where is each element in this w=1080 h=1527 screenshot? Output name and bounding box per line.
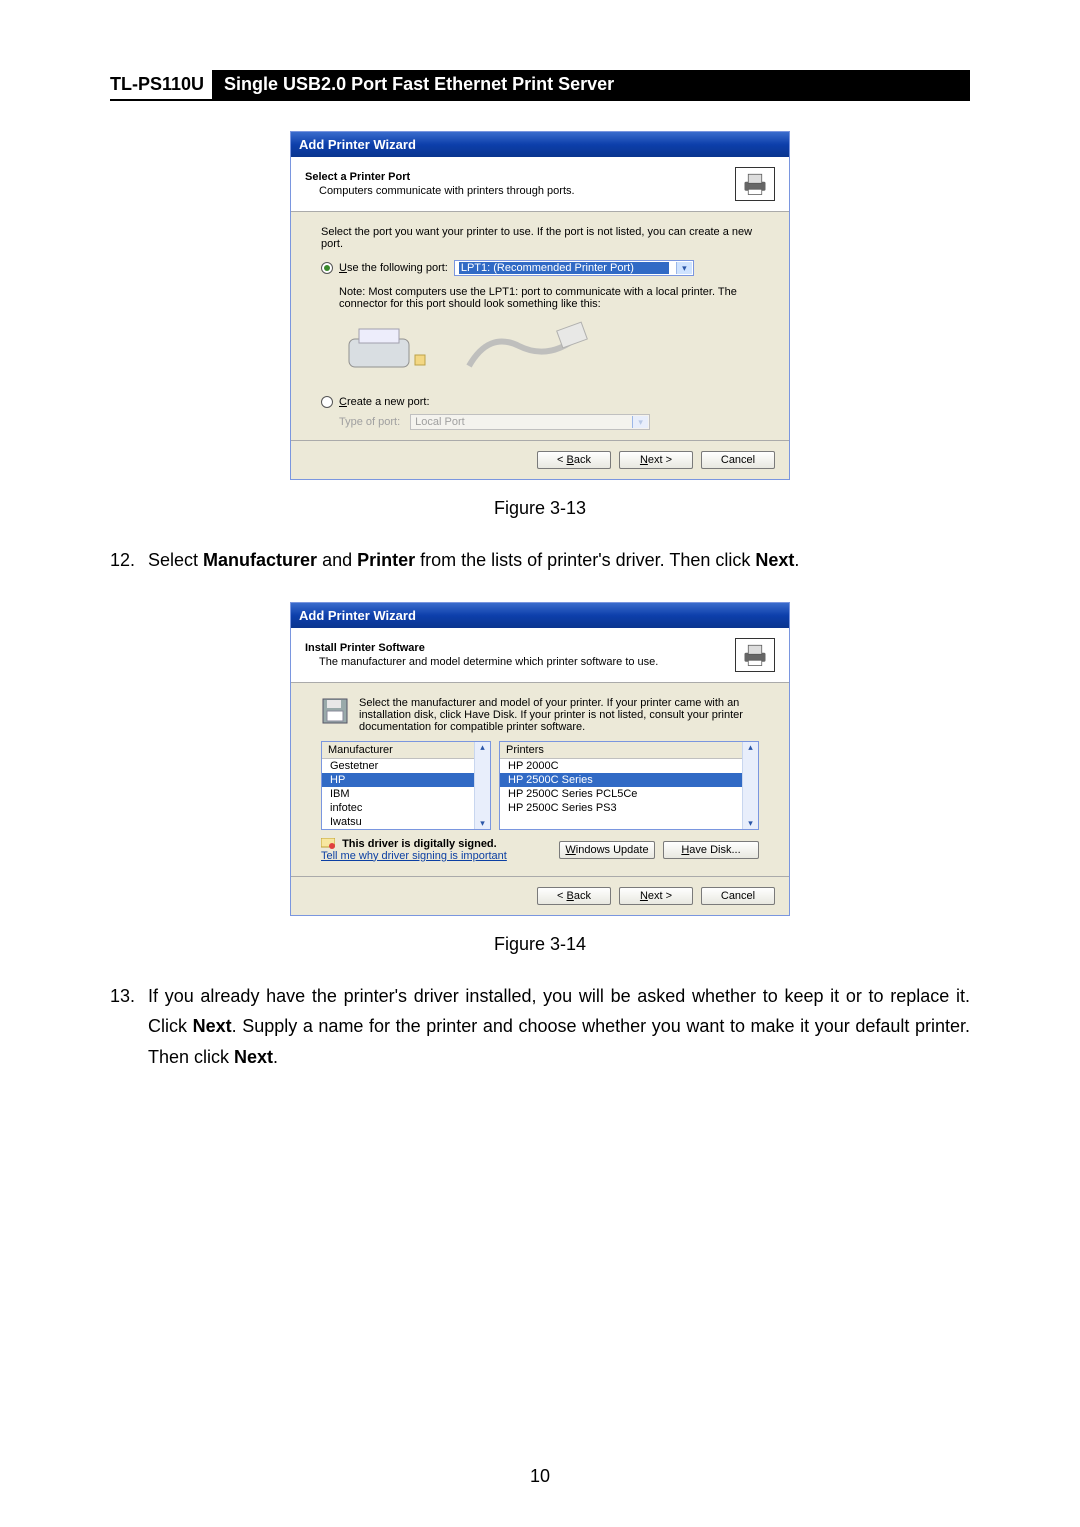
add-printer-wizard-port-dialog: Add Printer Wizard Select a Printer Port…: [290, 131, 790, 480]
list-item[interactable]: infotec: [322, 801, 490, 815]
step-13: 13. If you already have the printer's dr…: [110, 981, 970, 1073]
page-number: 10: [0, 1466, 1080, 1487]
create-port-label: Create a new port:: [339, 396, 430, 408]
manufacturer-listbox[interactable]: Manufacturer GestetnerHPIBMinfotecIwatsu…: [321, 741, 491, 830]
port-selected-value: LPT1: (Recommended Printer Port): [459, 262, 669, 274]
list-item[interactable]: Gestetner: [322, 759, 490, 773]
model-code: TL-PS110U: [110, 70, 212, 99]
step-body: Select Manufacturer and Printer from the…: [148, 545, 970, 576]
create-new-port-option[interactable]: Create a new port:: [321, 396, 759, 408]
product-title: Single USB2.0 Port Fast Ethernet Print S…: [212, 70, 970, 99]
port-dropdown[interactable]: LPT1: (Recommended Printer Port) ▾: [454, 260, 694, 276]
figure-caption-2: Figure 3-14: [110, 934, 970, 955]
list-item[interactable]: HP 2000C: [500, 759, 758, 773]
printer-icon: [735, 638, 775, 672]
dialog-header-title: Select a Printer Port: [305, 171, 735, 183]
cancel-button[interactable]: Cancel: [701, 887, 775, 905]
cancel-button[interactable]: Cancel: [701, 451, 775, 469]
add-printer-wizard-software-dialog: Add Printer Wizard Install Printer Softw…: [290, 602, 790, 916]
back-button[interactable]: < Back: [537, 887, 611, 905]
driver-signing-link[interactable]: Tell me why driver signing is important: [321, 850, 507, 862]
printers-listbox[interactable]: Printers HP 2000CHP 2500C SeriesHP 2500C…: [499, 741, 759, 830]
dialog-header-subtitle: Computers communicate with printers thro…: [305, 185, 735, 197]
manufacturer-header: Manufacturer: [322, 742, 490, 759]
scrollbar[interactable]: ▴▾: [742, 742, 758, 829]
dialog-header: Select a Printer Port Computers communic…: [291, 157, 789, 212]
have-disk-button[interactable]: Have Disk...: [663, 841, 759, 859]
chevron-down-icon[interactable]: ▾: [748, 818, 753, 829]
list-item[interactable]: IBM: [322, 787, 490, 801]
port-type-value: Local Port: [415, 416, 465, 428]
chevron-up-icon[interactable]: ▴: [480, 742, 485, 753]
next-button[interactable]: Next >: [619, 451, 693, 469]
port-connector-images: [339, 316, 759, 386]
info-text: Select the manufacturer and model of you…: [359, 697, 759, 733]
cable-connector-icon: [459, 321, 589, 381]
type-of-port-label: Type of port:: [339, 416, 400, 428]
radio-selected-icon: [321, 262, 333, 274]
floppy-disk-icon: [321, 697, 349, 725]
chevron-down-icon[interactable]: ▾: [676, 262, 692, 274]
printer-illustration-icon: [339, 321, 429, 381]
doc-header: TL-PS110U Single USB2.0 Port Fast Ethern…: [110, 70, 970, 101]
chevron-down-icon[interactable]: ▾: [480, 818, 485, 829]
use-port-label: UUse the following port:se the following…: [339, 262, 448, 274]
use-following-port-option[interactable]: UUse the following port:se the following…: [321, 260, 759, 276]
port-type-dropdown: Local Port ▾: [410, 414, 650, 430]
chevron-down-icon: ▾: [632, 416, 648, 428]
certificate-icon: [321, 838, 335, 850]
step-number: 13.: [110, 981, 148, 1073]
list-item[interactable]: Iwatsu: [322, 815, 490, 829]
step-body: If you already have the printer's driver…: [148, 981, 970, 1073]
list-item[interactable]: HP: [322, 773, 490, 787]
dialog-titlebar: Add Printer Wizard: [291, 132, 789, 157]
driver-signed-text: This driver is digitally signed.: [342, 838, 497, 850]
step-number: 12.: [110, 545, 148, 576]
chevron-up-icon[interactable]: ▴: [748, 742, 753, 753]
step-12: 12. Select Manufacturer and Printer from…: [110, 545, 970, 576]
next-button[interactable]: Next >: [619, 887, 693, 905]
dialog-titlebar: Add Printer Wizard: [291, 603, 789, 628]
figure-caption-1: Figure 3-13: [110, 498, 970, 519]
list-item[interactable]: HP 2500C Series PCL5Ce: [500, 787, 758, 801]
dialog-header: Install Printer Software The manufacture…: [291, 628, 789, 683]
dialog-header-subtitle: The manufacturer and model determine whi…: [305, 656, 735, 668]
windows-update-button[interactable]: Windows Update: [559, 841, 655, 859]
list-item[interactable]: HP 2500C Series PS3: [500, 801, 758, 815]
scrollbar[interactable]: ▴▾: [474, 742, 490, 829]
printer-icon: [735, 167, 775, 201]
list-item[interactable]: HP 2500C Series: [500, 773, 758, 787]
intro-text: Select the port you want your printer to…: [321, 226, 759, 250]
printers-header: Printers: [500, 742, 758, 759]
radio-unselected-icon: [321, 396, 333, 408]
back-button[interactable]: < Back: [537, 451, 611, 469]
port-note-text: Note: Most computers use the LPT1: port …: [339, 286, 759, 310]
dialog-header-title: Install Printer Software: [305, 642, 735, 654]
